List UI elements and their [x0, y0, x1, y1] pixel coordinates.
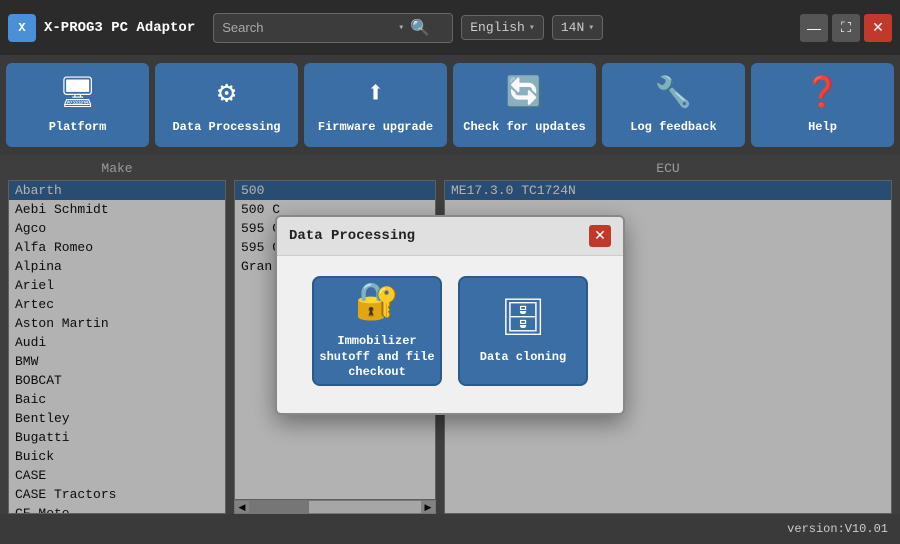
nav-bar: 🖥 Platform ⚙ Data Processing ⬆ Firmware …	[0, 55, 900, 155]
modal-body: 🔐 Immobilizer shutoff and file checkout …	[277, 256, 623, 406]
chevron-down-icon: ▾	[588, 22, 594, 34]
immobilizer-button[interactable]: 🔐 Immobilizer shutoff and file checkout	[312, 276, 442, 386]
search-bar[interactable]: ▾ 🔍	[213, 13, 453, 43]
nav-item-check-updates[interactable]: 🔄 Check for updates	[453, 63, 596, 147]
data-cloning-icon: 🗄	[500, 296, 546, 340]
modal-title: Data Processing	[289, 228, 415, 244]
status-bar: version:V10.01	[0, 514, 900, 544]
search-icon: 🔍	[410, 18, 430, 38]
check-updates-icon: 🔄	[506, 75, 543, 112]
language-dropdown[interactable]: English ▾	[461, 15, 544, 40]
language-label: English	[470, 20, 525, 35]
modal-close-button[interactable]: ✕	[589, 225, 611, 247]
title-bar: X X-PROG3 PC Adaptor ▾ 🔍 English ▾ 14N ▾…	[0, 0, 900, 55]
version-text: version:V10.01	[787, 522, 888, 536]
help-icon: ❓	[804, 75, 841, 112]
nav-item-data-processing[interactable]: ⚙ Data Processing	[155, 63, 298, 147]
data-processing-modal: Data Processing ✕ 🔐 Immobilizer shutoff …	[275, 215, 625, 415]
nav-item-help[interactable]: ❓ Help	[751, 63, 894, 147]
nav-label-platform: Platform	[49, 120, 107, 136]
nav-item-firmware-upgrade[interactable]: ⬆ Firmware upgrade	[304, 63, 447, 147]
data-processing-icon: ⚙	[217, 75, 235, 112]
search-input[interactable]	[222, 20, 392, 35]
minimize-button[interactable]: —	[800, 14, 828, 42]
nav-label-help: Help	[808, 120, 837, 136]
app-title: X-PROG3 PC Adaptor	[44, 20, 195, 36]
nav-label-log-feedback: Log feedback	[630, 120, 716, 136]
firmware-upgrade-icon: ⬆	[366, 75, 384, 112]
nav-item-platform[interactable]: 🖥 Platform	[6, 63, 149, 147]
nav-label-data-processing: Data Processing	[172, 120, 280, 136]
close-button[interactable]: ✕	[864, 14, 892, 42]
modal-overlay: Data Processing ✕ 🔐 Immobilizer shutoff …	[0, 155, 900, 514]
nav-label-firmware-upgrade: Firmware upgrade	[318, 120, 433, 136]
chevron-down-icon: ▾	[529, 22, 535, 34]
platform-icon: 🖥	[58, 75, 96, 112]
main-area: Make AbarthAebi SchmidtAgcoAlfa RomeoAlp…	[0, 155, 900, 514]
immobilizer-icon: 🔐	[355, 280, 400, 324]
version-dropdown[interactable]: 14N ▾	[552, 15, 603, 40]
data-cloning-button[interactable]: 🗄 Data cloning	[458, 276, 588, 386]
nav-label-check-updates: Check for updates	[463, 120, 585, 136]
nav-item-log-feedback[interactable]: 🔧 Log feedback	[602, 63, 745, 147]
chevron-down-icon: ▾	[398, 22, 404, 34]
log-feedback-icon: 🔧	[655, 75, 692, 112]
app-logo: X	[8, 14, 36, 42]
maximize-button[interactable]: ⛶	[832, 14, 860, 42]
data-cloning-label: Data cloning	[480, 350, 566, 366]
immobilizer-label: Immobilizer shutoff and file checkout	[314, 334, 440, 381]
version-label: 14N	[561, 20, 584, 35]
window-controls: — ⛶ ✕	[800, 14, 892, 42]
modal-header: Data Processing ✕	[277, 217, 623, 256]
